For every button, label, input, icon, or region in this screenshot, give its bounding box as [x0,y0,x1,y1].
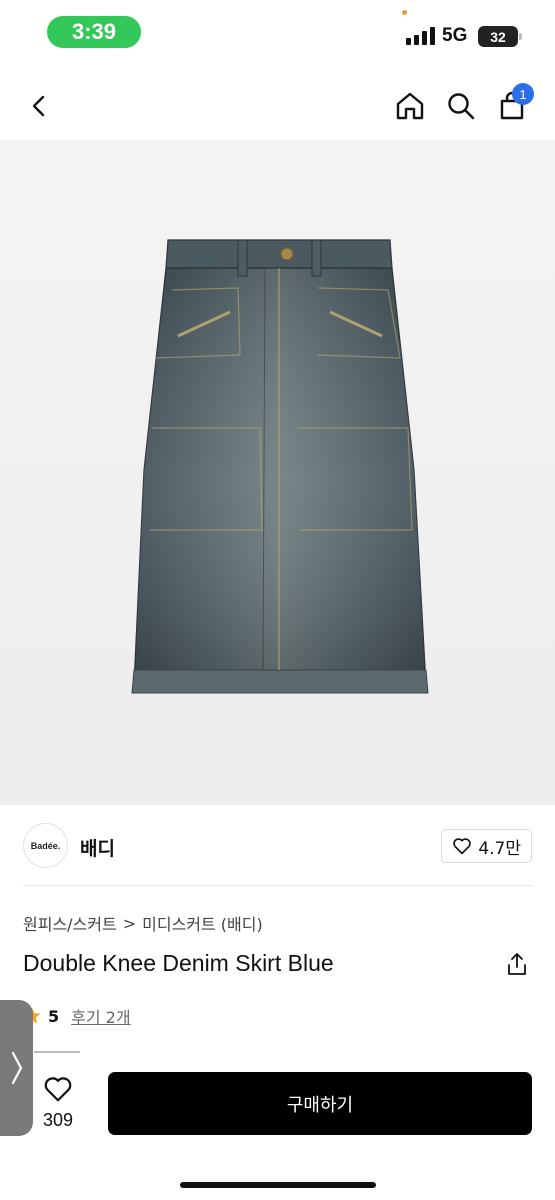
breadcrumb-category[interactable]: 원피스/스커트 [23,911,117,935]
rating-row: 5 후기 2개 [22,1004,131,1028]
home-button[interactable] [390,86,430,126]
breadcrumb-subcategory[interactable]: 미디스커트 (배디) [142,911,263,935]
home-indicator [180,1182,376,1188]
reviews-link[interactable]: 후기 2개 [71,1004,130,1028]
divider [23,885,532,886]
brand-like-button[interactable]: 4.7만 [441,829,532,863]
buy-button[interactable]: 구매하기 [108,1072,532,1135]
denim-skirt-image [131,239,429,694]
cart-button[interactable]: 1 [492,83,534,126]
nav-bar: 1 [0,78,555,134]
battery-icon: 32 [478,26,522,47]
product-image[interactable] [0,140,555,805]
divider [34,1051,80,1053]
breadcrumb-separator: > [122,913,137,933]
brand-name[interactable]: 배디 [80,834,115,861]
home-icon [396,92,424,120]
search-button[interactable] [441,86,481,126]
brand-row: Badée. 배디 4.7만 [0,820,555,874]
share-button[interactable] [503,950,531,978]
product-title: Double Knee Denim Skirt Blue [23,950,334,976]
heart-icon [453,838,472,855]
cart-count-badge: 1 [512,83,534,105]
network-type: 5G [442,25,468,46]
wishlist-count: 309 [42,1110,74,1130]
breadcrumb: 원피스/스커트 > 미디스커트 (배디) [23,911,263,935]
wishlist-button[interactable]: 309 [36,1075,80,1131]
heart-icon [44,1077,72,1102]
rating-value: 5 [48,1006,60,1026]
chevron-left-icon [32,95,45,117]
back-button[interactable] [20,86,60,126]
brand-logo[interactable]: Badée. [23,823,68,868]
search-icon [448,93,475,120]
signal-icon [406,27,435,45]
status-bar: 3:39 5G 32 [0,0,555,70]
chevron-right-icon [11,1051,22,1085]
privacy-dot [402,10,407,15]
share-icon [508,953,526,975]
status-time: 3:39 [47,16,141,48]
brand-like-count: 4.7만 [478,838,521,859]
side-drawer-handle[interactable] [0,1000,33,1136]
